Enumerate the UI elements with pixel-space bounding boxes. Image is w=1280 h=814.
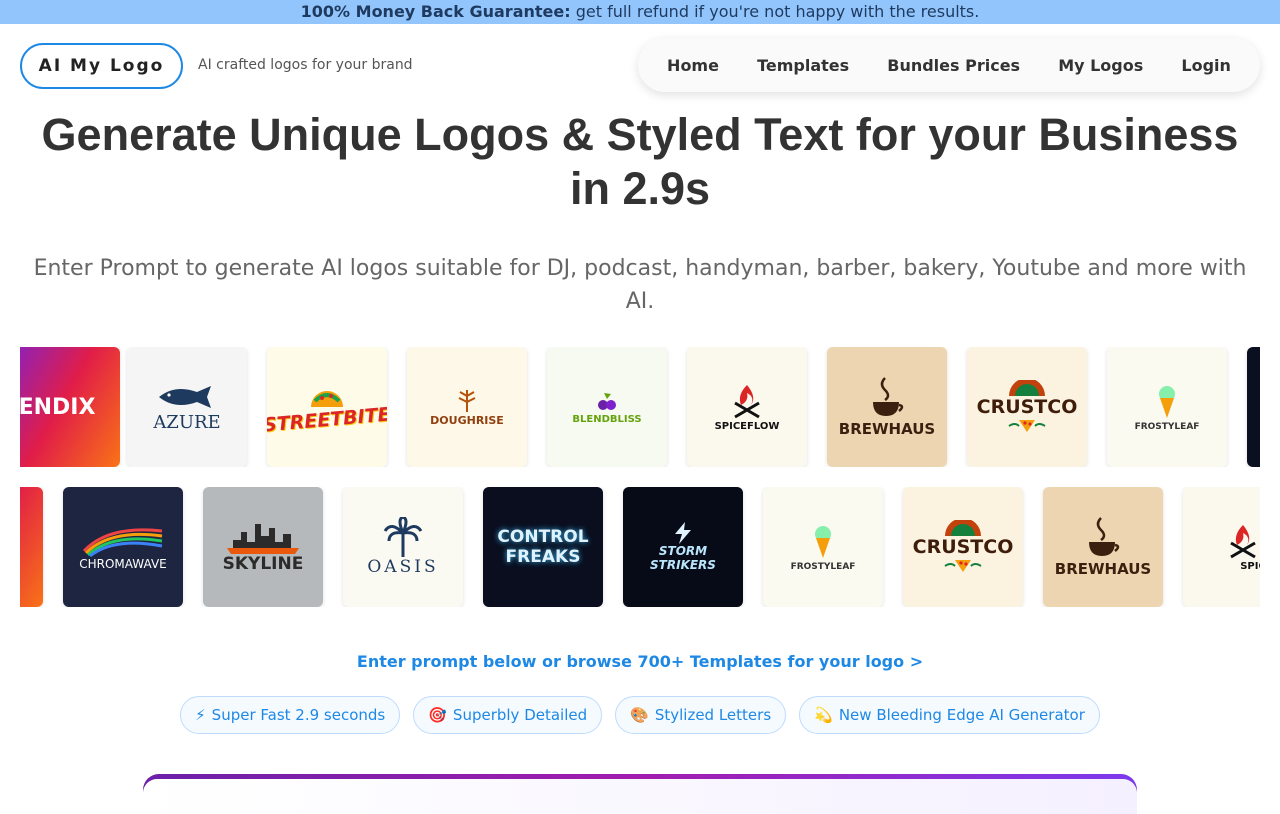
logo-tile-label: AZURE — [153, 411, 221, 433]
logo-tile-label: CHROMAWAVE — [79, 557, 167, 571]
promo-bold: 100% Money Back Guarantee: — [300, 2, 571, 21]
nav-login[interactable]: Login — [1171, 50, 1241, 81]
logo-tile-label: OASIS — [367, 557, 439, 577]
sparkle-icon: 💫 — [814, 706, 833, 724]
logo-tile[interactable]: BLENDBLISS — [547, 347, 667, 467]
logo-tile[interactable]: OASIS — [343, 487, 463, 607]
logo-tile-partial[interactable] — [20, 487, 43, 607]
feature-chip-fast: ⚡ Super Fast 2.9 seconds — [180, 696, 401, 734]
logo-tile[interactable]: FROSTYLEAF — [1107, 347, 1227, 467]
nav-bundles-prices[interactable]: Bundles Prices — [877, 50, 1030, 81]
pizza-slice-icon — [1008, 420, 1046, 432]
logo-tile[interactable]: STREETBITE — [267, 347, 387, 467]
logo-tile[interactable]: FROSTYLEAF — [763, 487, 883, 607]
taco-icon — [311, 391, 343, 407]
feature-chips: ⚡ Super Fast 2.9 seconds 🎯 Superbly Deta… — [0, 696, 1280, 734]
logo-tile-label: CRUSTCO — [912, 536, 1014, 558]
lightning-icon: ⚡ — [195, 706, 206, 724]
logo-tile[interactable]: BREWHAUS — [1043, 487, 1163, 607]
logo-tile-label: SPICEFLOW — [714, 420, 780, 432]
target-icon: 🎯 — [428, 706, 447, 724]
logo-tile-partial[interactable] — [1247, 347, 1260, 467]
nav-templates[interactable]: Templates — [747, 50, 859, 81]
crown-icon — [1009, 380, 1045, 396]
logo-tile-label: SKYLINE — [222, 554, 304, 574]
logo-tile-label: LENDIX — [20, 394, 96, 420]
hero-subtitle: Enter Prompt to generate AI logos suitab… — [33, 256, 1247, 314]
palm-tree-icon — [383, 517, 423, 557]
promo-banner: 100% Money Back Guarantee: get full refu… — [0, 0, 1280, 24]
logo-carousel-row-1: LENDIX AZURE STREETBITE DOUGHRISE BLENDB… — [20, 347, 1260, 467]
feature-chip-label: Superbly Detailed — [452, 706, 588, 724]
logo-tile-label: STORM STRIKERS — [650, 544, 716, 572]
wheat-icon — [458, 389, 476, 412]
berries-icon — [598, 392, 616, 410]
logo-tile-label: SPICEFL — [1240, 560, 1260, 572]
pizza-slice-icon — [944, 560, 982, 572]
logo-tile-label: FROSTYLEAF — [790, 562, 856, 572]
logo-tile-label: STREETBITE — [267, 403, 387, 437]
nav-my-logos[interactable]: My Logos — [1048, 50, 1153, 81]
logo-tile[interactable]: BREWHAUS — [827, 347, 947, 467]
prompt-card-body — [143, 779, 1137, 814]
brand-tagline: AI crafted logos for your brand — [198, 57, 413, 73]
logo-tile[interactable]: DOUGHRISE — [407, 347, 527, 467]
nav-home[interactable]: Home — [657, 50, 729, 81]
logo-tile[interactable]: SKYLINE — [203, 487, 323, 607]
crown-icon — [945, 520, 981, 536]
flame-icon — [1230, 524, 1256, 558]
lightning-icon — [675, 522, 691, 544]
fish-icon — [159, 385, 211, 408]
ice-cream-icon — [1159, 386, 1175, 418]
logo-tile[interactable]: CONTROL FREAKS — [483, 487, 603, 607]
promo-text: get full refund if you're not happy with… — [570, 2, 980, 21]
logo-tile-label: BREWHAUS — [1054, 560, 1152, 578]
browse-templates-link[interactable]: Enter prompt below or browse 700+ Templa… — [0, 652, 1280, 671]
feature-chip-stylized: 🎨 Stylized Letters — [615, 696, 787, 734]
logo-tile-label: BLENDBLISS — [572, 413, 642, 425]
palette-icon: 🎨 — [630, 706, 649, 724]
feature-chip-label: New Bleeding Edge AI Generator — [838, 706, 1085, 724]
logo-tile-label: FROSTYLEAF — [1134, 422, 1200, 432]
logo-tile-label: CRUSTCO — [976, 396, 1078, 418]
main-nav: Home Templates Bundles Prices My Logos L… — [638, 38, 1260, 92]
logo-tile-label: DOUGHRISE — [430, 413, 504, 427]
feature-chip-label: Super Fast 2.9 seconds — [211, 706, 386, 724]
logo-tile[interactable]: SPICEFLOW — [687, 347, 807, 467]
feature-chip-generator: 💫 New Bleeding Edge AI Generator — [799, 696, 1100, 734]
hero-title: Generate Unique Logos & Styled Text for … — [41, 109, 1239, 214]
flame-icon — [734, 384, 760, 418]
header: AI My Logo AI crafted logos for your bra… — [0, 24, 1280, 104]
logo-tile[interactable]: CRUSTCO — [903, 487, 1023, 607]
logo-tile[interactable]: AZURE — [127, 347, 247, 467]
brand-logo-button[interactable]: AI My Logo — [20, 43, 183, 89]
logo-tile[interactable]: LENDIX — [20, 347, 120, 467]
city-skyline-icon — [227, 524, 299, 554]
prompt-card — [143, 774, 1137, 814]
logo-tile[interactable]: CRUSTCO — [967, 347, 1087, 467]
logo-carousel-row-2: CHROMAWAVE SKYLINE OASIS CONTROL FREAKS … — [20, 487, 1260, 607]
logo-tile-label: BREWHAUS — [838, 420, 936, 438]
feature-chip-detailed: 🎯 Superbly Detailed — [413, 696, 603, 734]
ice-cream-icon — [815, 526, 831, 558]
feature-chip-label: Stylized Letters — [654, 706, 772, 724]
logo-tile[interactable]: STORM STRIKERS — [623, 487, 743, 607]
coffee-cup-icon — [1089, 517, 1120, 556]
rainbow-wave-icon — [82, 528, 163, 557]
logo-tile[interactable]: CHROMAWAVE — [63, 487, 183, 607]
logo-tile-label: CONTROL FREAKS — [497, 527, 589, 567]
coffee-cup-icon — [873, 377, 904, 416]
logo-tile[interactable]: SPICEFL — [1183, 487, 1260, 607]
